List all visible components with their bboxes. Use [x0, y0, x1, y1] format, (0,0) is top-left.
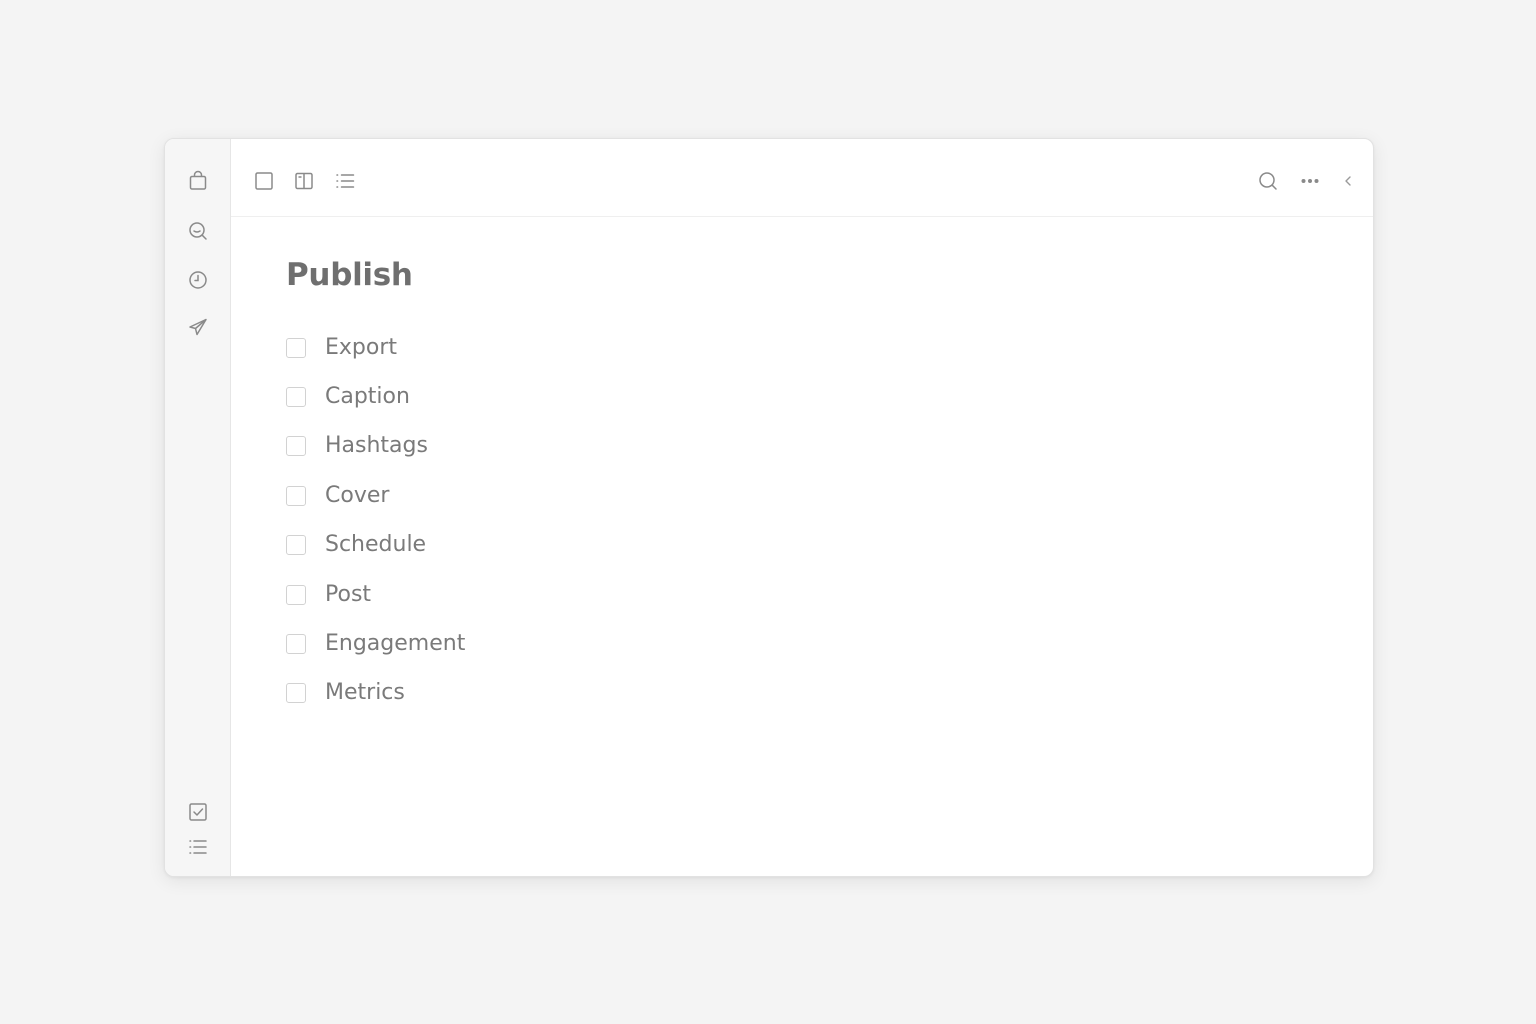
task-item[interactable]: Hashtags [286, 422, 1333, 471]
send-icon[interactable] [187, 316, 209, 338]
task-item[interactable]: Cover [286, 471, 1333, 520]
task-checkbox[interactable] [286, 387, 306, 408]
task-item[interactable]: Metrics [286, 669, 1333, 718]
search-icon[interactable] [1257, 170, 1279, 192]
list-icon[interactable] [187, 836, 209, 858]
main-pane: Publish Export Caption Hashtags Cover Schedu… [231, 139, 1373, 876]
checkbox-icon[interactable] [187, 801, 209, 823]
task-label: Schedule [325, 532, 427, 558]
task-checkbox[interactable] [286, 535, 306, 556]
task-checkbox[interactable] [286, 683, 306, 704]
task-item[interactable]: Caption [286, 372, 1333, 421]
task-label: Export [325, 334, 398, 360]
app-window: Publish Export Caption Hashtags Cover Schedu… [164, 138, 1374, 877]
single-pane-icon[interactable] [253, 170, 275, 192]
search-chat-icon[interactable] [187, 220, 209, 242]
task-label: Metrics [325, 680, 405, 706]
task-item[interactable]: Export [286, 323, 1333, 372]
task-label: Hashtags [325, 433, 428, 459]
task-list: Export Caption Hashtags Cover Schedule Post En… [286, 323, 1333, 718]
task-label: Engagement [325, 631, 466, 657]
task-checkbox[interactable] [286, 634, 306, 655]
split-pane-icon[interactable] [293, 170, 315, 192]
task-item[interactable]: Post [286, 570, 1333, 619]
task-checkbox[interactable] [286, 436, 306, 457]
task-label: Caption [325, 384, 410, 410]
list-view-icon[interactable] [334, 170, 356, 192]
task-checkbox[interactable] [286, 584, 306, 605]
page-content: Publish Export Caption Hashtags Cover Schedu… [286, 255, 1333, 718]
task-label: Post [325, 581, 372, 607]
bag-icon[interactable] [187, 169, 209, 191]
sidebar [165, 139, 231, 876]
task-item[interactable]: Schedule [286, 521, 1333, 570]
clock-icon[interactable] [187, 269, 209, 291]
more-icon[interactable] [1299, 170, 1321, 192]
task-label: Cover [325, 482, 390, 508]
task-checkbox[interactable] [286, 485, 306, 506]
toolbar [231, 139, 1373, 217]
chevron-left-icon[interactable] [1337, 170, 1359, 192]
task-checkbox[interactable] [286, 337, 306, 358]
task-item[interactable]: Engagement [286, 619, 1333, 668]
page-title: Publish [286, 257, 413, 293]
